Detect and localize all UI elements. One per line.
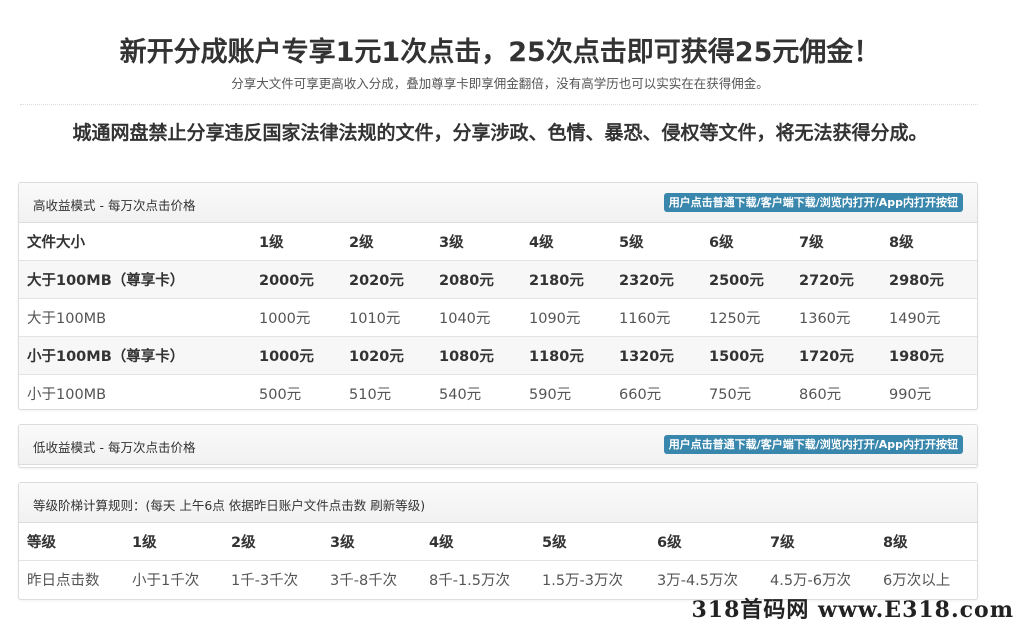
row-label: 小于100MB — [19, 374, 251, 409]
column-header: 5级 — [619, 235, 644, 251]
column-header: 7级 — [770, 535, 795, 551]
column-header: 1级 — [259, 235, 284, 251]
level-rules-panel: 等级阶梯计算规则：(每天 上午6点 依据昨日账户文件点击数 刷新等级) 等级 1… — [18, 482, 978, 600]
price-cell: 1010元 — [341, 298, 431, 337]
range-cell: 小于1千次 — [124, 560, 223, 598]
site-watermark: 318首码网 www.E318.com — [691, 597, 1014, 623]
table-row: 大于100MB 1000元 1010元 1040元 1090元 1160元 12… — [19, 298, 977, 337]
price-cell: 1720元 — [791, 336, 881, 375]
panel-header: 等级阶梯计算规则：(每天 上午6点 依据昨日账户文件点击数 刷新等级) — [19, 483, 977, 523]
price-cell: 2080元 — [431, 260, 521, 299]
panel-header[interactable]: 低收益模式 - 每万次点击价格 用户点击普通下载/客户端下载/浏览内打开/App… — [19, 425, 977, 465]
column-header: 6级 — [709, 235, 734, 251]
price-cell: 750元 — [701, 374, 791, 409]
legal-warning: 城通网盘禁止分享违反国家法律法规的文件，分享涉政、色情、暴恐、侵权等文件，将无法… — [72, 122, 928, 144]
column-header: 文件大小 — [27, 235, 85, 251]
price-cell: 510元 — [341, 374, 431, 409]
range-cell: 3千-8千次 — [322, 560, 421, 598]
row-label: 大于100MB — [19, 298, 251, 337]
column-header: 等级 — [27, 535, 56, 551]
price-cell: 660元 — [611, 374, 701, 409]
price-cell: 990元 — [881, 374, 977, 409]
column-header: 4级 — [429, 535, 454, 551]
row-label: 大于100MB（尊享卡） — [19, 260, 251, 299]
download-trigger-badge: 用户点击普通下载/客户端下载/浏览内打开/App内打开按钮 — [663, 193, 963, 212]
column-header: 4级 — [529, 235, 554, 251]
column-header: 8级 — [889, 235, 914, 251]
table-header-row: 文件大小 1级 2级 3级 4级 5级 6级 7级 8级 — [19, 223, 977, 261]
download-trigger-badge: 用户点击普通下载/客户端下载/浏览内打开/App内打开按钮 — [663, 435, 963, 454]
price-cell: 1980元 — [881, 336, 977, 375]
price-cell: 1500元 — [701, 336, 791, 375]
low-income-panel[interactable]: 低收益模式 - 每万次点击价格 用户点击普通下载/客户端下载/浏览内打开/App… — [18, 424, 978, 468]
price-cell: 1020元 — [341, 336, 431, 375]
price-cell: 500元 — [251, 374, 341, 409]
column-header: 1级 — [132, 535, 157, 551]
column-header: 8级 — [883, 535, 908, 551]
price-cell: 1320元 — [611, 336, 701, 375]
price-cell: 590元 — [521, 374, 611, 409]
column-header: 2级 — [231, 535, 256, 551]
price-cell: 2320元 — [611, 260, 701, 299]
panel-title: 高收益模式 - 每万次点击价格 — [33, 198, 196, 213]
column-header: 6级 — [657, 535, 682, 551]
price-cell: 2180元 — [521, 260, 611, 299]
range-cell: 1千-3千次 — [223, 560, 322, 598]
table-header-row: 等级 1级 2级 3级 4级 5级 6级 7级 8级 — [19, 523, 977, 561]
subheadline: 分享大文件可享更高收入分成，叠加尊享卡即享佣金翻倍，没有高学历也可以实实在在获得… — [231, 76, 769, 91]
price-cell: 1040元 — [431, 298, 521, 337]
price-cell: 860元 — [791, 374, 881, 409]
column-header: 7级 — [799, 235, 824, 251]
column-header: 3级 — [330, 535, 355, 551]
price-cell: 2720元 — [791, 260, 881, 299]
price-cell: 1360元 — [791, 298, 881, 337]
price-cell: 2500元 — [701, 260, 791, 299]
price-cell: 2980元 — [881, 260, 977, 299]
price-cell: 2000元 — [251, 260, 341, 299]
panel-header: 高收益模式 - 每万次点击价格 用户点击普通下载/客户端下载/浏览内打开/App… — [19, 183, 977, 223]
high-income-panel: 高收益模式 - 每万次点击价格 用户点击普通下载/客户端下载/浏览内打开/App… — [18, 182, 978, 410]
row-label: 小于100MB（尊享卡） — [19, 336, 251, 375]
price-cell: 1490元 — [881, 298, 977, 337]
price-cell: 1160元 — [611, 298, 701, 337]
panel-title: 低收益模式 - 每万次点击价格 — [33, 440, 196, 455]
column-header: 3级 — [439, 235, 464, 251]
price-cell: 1080元 — [431, 336, 521, 375]
range-cell: 1.5万-3万次 — [534, 560, 649, 598]
price-cell: 1000元 — [251, 336, 341, 375]
divider — [20, 104, 978, 105]
price-cell: 1180元 — [521, 336, 611, 375]
table-row: 大于100MB（尊享卡） 2000元 2020元 2080元 2180元 232… — [19, 260, 977, 299]
table-row: 小于100MB（尊享卡） 1000元 1020元 1080元 1180元 132… — [19, 336, 977, 375]
price-cell: 1000元 — [251, 298, 341, 337]
price-cell: 1090元 — [521, 298, 611, 337]
high-income-table: 文件大小 1级 2级 3级 4级 5级 6级 7级 8级 大于100MB（尊享卡… — [19, 223, 977, 409]
level-table: 等级 1级 2级 3级 4级 5级 6级 7级 8级 昨日点击数 小于1千次 1… — [19, 523, 977, 598]
table-row: 小于100MB 500元 510元 540元 590元 660元 750元 86… — [19, 374, 977, 409]
headline: 新开分成账户专享1元1次点击，25次点击即可获得25元佣金！ — [119, 37, 881, 68]
price-cell: 1250元 — [701, 298, 791, 337]
column-header: 5级 — [542, 535, 567, 551]
price-cell: 2020元 — [341, 260, 431, 299]
row-label: 昨日点击数 — [19, 560, 124, 598]
price-cell: 540元 — [431, 374, 521, 409]
range-cell: 8千-1.5万次 — [421, 560, 534, 598]
panel-title: 等级阶梯计算规则：(每天 上午6点 依据昨日账户文件点击数 刷新等级) — [33, 498, 426, 513]
column-header: 2级 — [349, 235, 374, 251]
